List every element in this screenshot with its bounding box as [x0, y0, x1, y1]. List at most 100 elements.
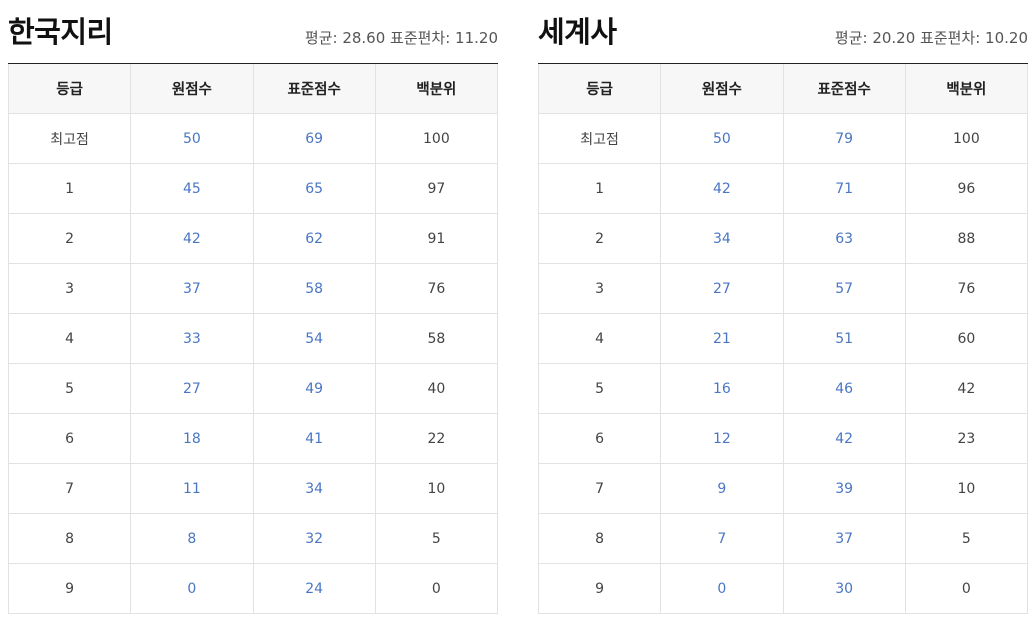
raw-score-cell: 11	[130, 463, 254, 514]
percentile-cell: 58	[374, 313, 499, 364]
table-row: 7 11 34 10	[7, 463, 499, 514]
percentile-cell: 91	[374, 213, 499, 264]
percentile-cell: 97	[374, 163, 499, 214]
standard-score-cell: 34	[252, 463, 376, 514]
table-row: 1 45 65 97	[7, 163, 499, 214]
grade-cell: 4	[537, 313, 662, 364]
raw-score-cell: 16	[660, 363, 784, 414]
table-row: 최고점 50 79 100	[537, 113, 1029, 164]
panel-title: 한국지리	[8, 15, 113, 49]
panel-header: 한국지리 평균: 28.60 표준편차: 11.20	[8, 0, 498, 64]
raw-score-cell: 33	[130, 313, 254, 364]
header-standard-score: 표준점수	[782, 64, 906, 114]
raw-score-cell: 27	[660, 263, 784, 314]
raw-score-cell: 42	[660, 163, 784, 214]
raw-score-cell: 0	[130, 563, 254, 614]
raw-score-cell: 34	[660, 213, 784, 264]
standard-score-cell: 39	[782, 463, 906, 514]
header-grade: 등급	[537, 64, 662, 114]
standard-score-cell: 69	[252, 113, 376, 164]
raw-score-cell: 18	[130, 413, 254, 464]
table-row: 8 7 37 5	[537, 513, 1029, 564]
raw-score-cell: 0	[660, 563, 784, 614]
percentile-cell: 40	[374, 363, 499, 414]
percentile-cell: 100	[904, 113, 1029, 164]
percentile-cell: 96	[904, 163, 1029, 214]
percentile-cell: 0	[904, 563, 1029, 614]
standard-score-cell: 30	[782, 563, 906, 614]
grade-cell: 2	[537, 213, 662, 264]
table-row: 5 27 49 40	[7, 363, 499, 414]
percentile-cell: 100	[374, 113, 499, 164]
table-row: 2 34 63 88	[537, 213, 1029, 264]
grade-cell: 7	[537, 463, 662, 514]
table-header-row: 등급 원점수 표준점수 백분위	[7, 64, 499, 114]
stats-text: 평균: 28.60 표준편차: 11.20	[304, 29, 498, 47]
grade-cell: 5	[7, 363, 132, 414]
raw-score-cell: 45	[130, 163, 254, 214]
panel-stats: 평균: 28.60 표준편차: 11.20	[305, 28, 498, 48]
table-row: 4 33 54 58	[7, 313, 499, 364]
standard-score-cell: 54	[252, 313, 376, 364]
panel-header: 세계사 평균: 20.20 표준편차: 10.20	[538, 0, 1028, 64]
table-row: 9 0 24 0	[7, 563, 499, 614]
raw-score-cell: 37	[130, 263, 254, 314]
percentile-cell: 0	[374, 563, 499, 614]
grade-cell: 5	[537, 363, 662, 414]
table-header-row: 등급 원점수 표준점수 백분위	[537, 64, 1029, 114]
korean-geography-panel: 한국지리 평균: 28.60 표준편차: 11.20 등급 원점수 표준점수 백…	[7, 0, 499, 614]
grade-cell: 6	[7, 413, 132, 464]
standard-score-cell: 32	[252, 513, 376, 564]
header-percentile: 백분위	[904, 64, 1029, 114]
standard-score-cell: 49	[252, 363, 376, 414]
header-raw-score: 원점수	[660, 64, 784, 114]
panel-stats: 평균: 20.20 표준편차: 10.20	[835, 28, 1028, 48]
grade-cell: 최고점	[537, 113, 662, 164]
raw-score-cell: 8	[130, 513, 254, 564]
raw-score-cell: 9	[660, 463, 784, 514]
standard-score-cell: 65	[252, 163, 376, 214]
percentile-cell: 5	[374, 513, 499, 564]
grade-table: 등급 원점수 표준점수 백분위 최고점 50 79 100 1 42 71 96…	[537, 64, 1029, 614]
grade-cell: 8	[7, 513, 132, 564]
table-row: 3 37 58 76	[7, 263, 499, 314]
percentile-cell: 76	[904, 263, 1029, 314]
world-history-panel: 세계사 평균: 20.20 표준편차: 10.20 등급 원점수 표준점수 백분…	[537, 0, 1029, 614]
grade-table: 등급 원점수 표준점수 백분위 최고점 50 69 100 1 45 65 97…	[7, 64, 499, 614]
percentile-cell: 23	[904, 413, 1029, 464]
table-row: 6 12 42 23	[537, 413, 1029, 464]
percentile-cell: 10	[904, 463, 1029, 514]
grade-cell: 3	[7, 263, 132, 314]
table-row: 4 21 51 60	[537, 313, 1029, 364]
standard-score-cell: 41	[252, 413, 376, 464]
standard-score-cell: 57	[782, 263, 906, 314]
percentile-cell: 10	[374, 463, 499, 514]
grade-cell: 3	[537, 263, 662, 314]
table-row: 2 42 62 91	[7, 213, 499, 264]
stats-text: 평균: 20.20 표준편차: 10.20	[834, 29, 1028, 47]
table-row: 최고점 50 69 100	[7, 113, 499, 164]
panel-title: 세계사	[538, 15, 617, 49]
standard-score-cell: 24	[252, 563, 376, 614]
grade-cell: 7	[7, 463, 132, 514]
grade-cell: 2	[7, 213, 132, 264]
percentile-cell: 5	[904, 513, 1029, 564]
standard-score-cell: 46	[782, 363, 906, 414]
standard-score-cell: 42	[782, 413, 906, 464]
raw-score-cell: 50	[130, 113, 254, 164]
raw-score-cell: 7	[660, 513, 784, 564]
percentile-cell: 42	[904, 363, 1029, 414]
standard-score-cell: 71	[782, 163, 906, 214]
standard-score-cell: 58	[252, 263, 376, 314]
grade-cell: 6	[537, 413, 662, 464]
percentile-cell: 76	[374, 263, 499, 314]
table-row: 9 0 30 0	[537, 563, 1029, 614]
grade-cell: 9	[7, 563, 132, 614]
grade-cell: 최고점	[7, 113, 132, 164]
raw-score-cell: 42	[130, 213, 254, 264]
table-row: 6 18 41 22	[7, 413, 499, 464]
standard-score-cell: 51	[782, 313, 906, 364]
grade-cell: 9	[537, 563, 662, 614]
header-raw-score: 원점수	[130, 64, 254, 114]
standard-score-cell: 63	[782, 213, 906, 264]
